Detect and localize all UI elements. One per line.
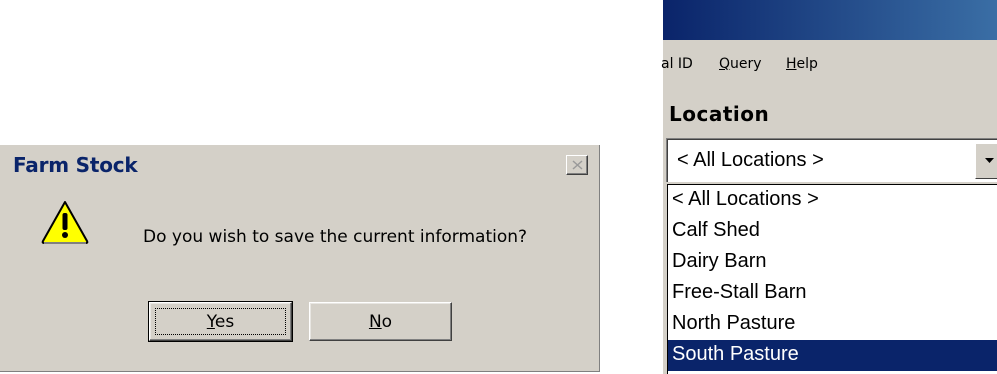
menu-bar: al ID Query Help xyxy=(661,52,997,80)
warning-icon xyxy=(41,201,89,244)
close-button[interactable] xyxy=(566,155,588,175)
list-item[interactable]: North Pasture xyxy=(668,309,997,340)
chevron-down-icon xyxy=(985,158,994,163)
dialog-message: Do you wish to save the current informat… xyxy=(143,227,528,247)
menu-item-help[interactable]: Help xyxy=(786,56,818,72)
list-item[interactable]: < All Locations > xyxy=(668,185,997,216)
close-icon xyxy=(572,160,583,170)
location-dropdown-list: < All Locations > Calf Shed Dairy Barn F… xyxy=(667,184,997,374)
save-confirm-dialog: Farm Stock Do you wish to save the curre… xyxy=(0,145,600,372)
no-button-label: No xyxy=(368,311,393,332)
list-item[interactable]: Calf Shed xyxy=(668,216,997,247)
location-label: Location xyxy=(669,102,770,126)
no-button[interactable]: No xyxy=(309,302,452,341)
list-item[interactable]: Dairy Barn xyxy=(668,247,997,278)
menu-item-animal-id[interactable]: al ID xyxy=(661,56,693,72)
dialog-titlebar[interactable]: Farm Stock xyxy=(0,146,597,182)
app-titlebar[interactable] xyxy=(663,0,997,40)
yes-button-label: Yes xyxy=(206,311,235,332)
dialog-title: Farm Stock xyxy=(13,153,138,177)
list-item[interactable]: Free-Stall Barn xyxy=(668,278,997,309)
app-window-fragment: al ID Query Help Location < All Location… xyxy=(661,0,997,374)
location-combo-value: < All Locations > xyxy=(677,149,824,171)
yes-button[interactable]: Yes xyxy=(148,301,293,342)
menu-item-query[interactable]: Query xyxy=(719,56,762,72)
location-dropdown-button[interactable] xyxy=(975,143,997,179)
location-combo[interactable]: < All Locations > xyxy=(666,138,997,182)
list-item-selected[interactable]: South Pasture xyxy=(668,340,997,371)
